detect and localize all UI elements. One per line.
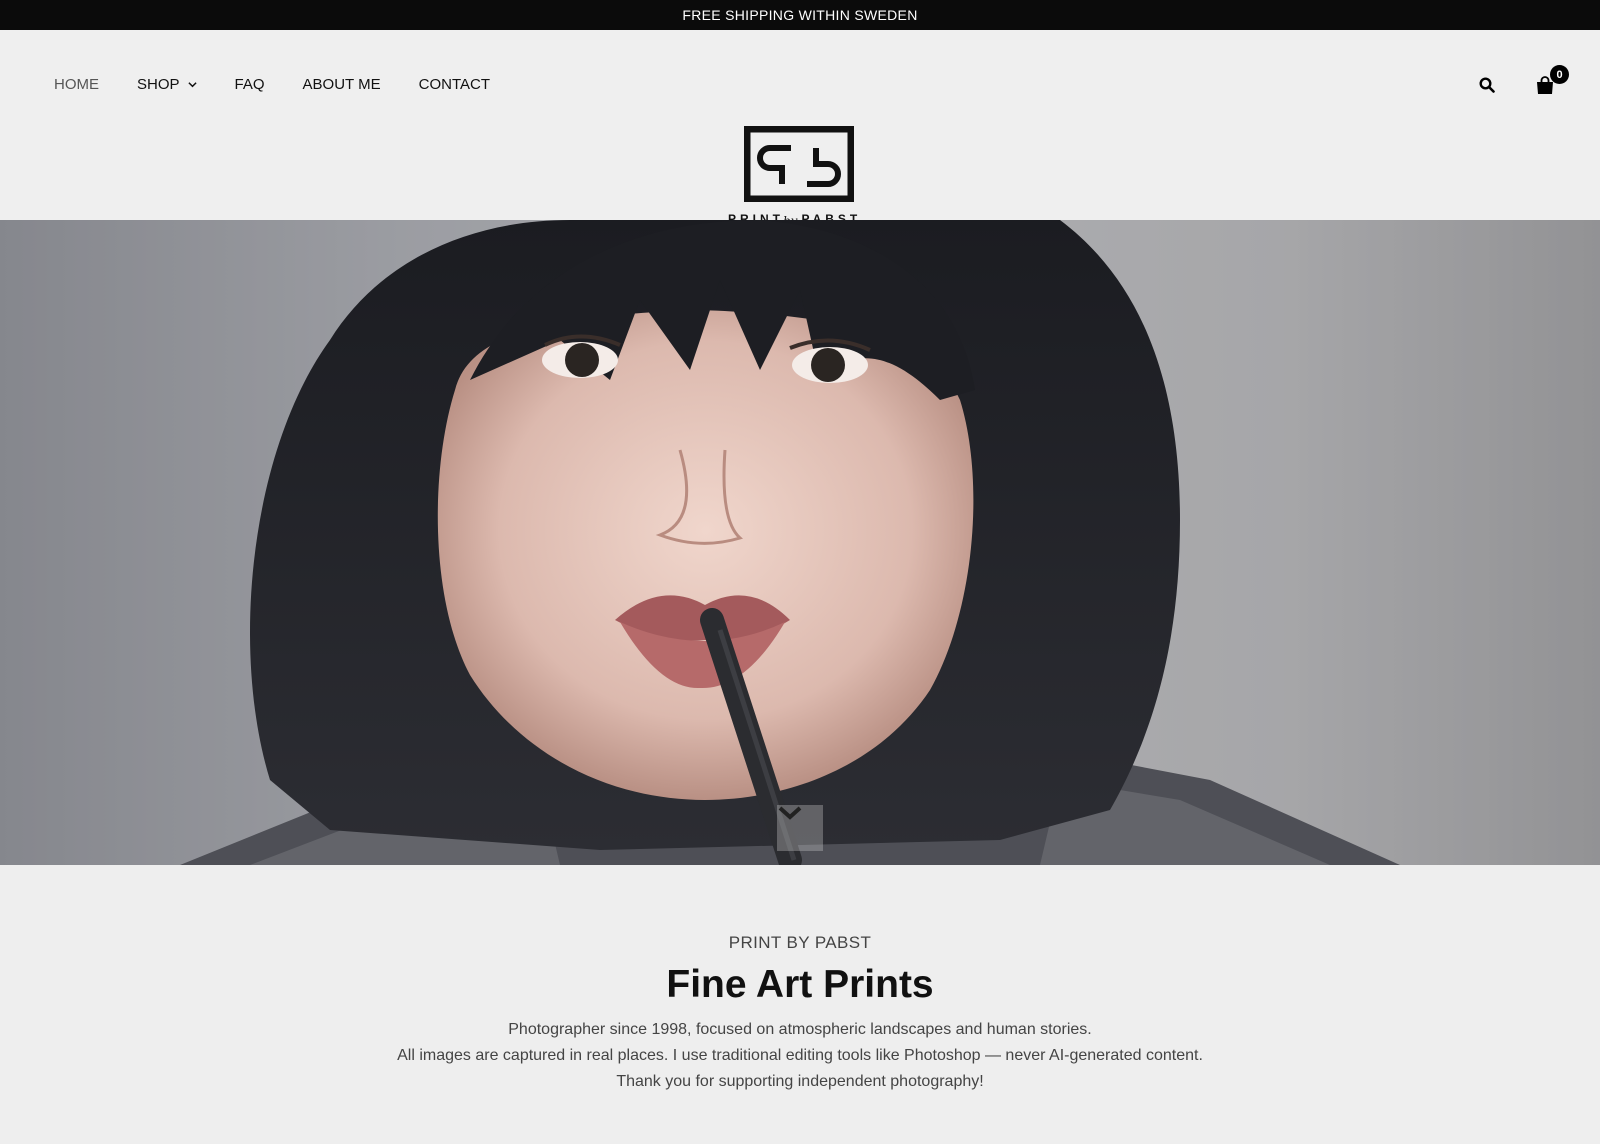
page-title: Fine Art Prints	[666, 963, 934, 1006]
hero-image	[0, 220, 1600, 865]
nav-faq[interactable]: FAQ	[235, 76, 265, 93]
intro-line-3: Thank you for supporting independent pho…	[616, 1073, 984, 1090]
nav-about-me[interactable]: ABOUT ME	[303, 76, 381, 93]
chevron-down-icon	[187, 82, 197, 88]
hero-portrait-illustration	[0, 220, 1600, 865]
nav-contact[interactable]: CONTACT	[419, 76, 490, 93]
intro-line-2: All images are captured in real places. …	[397, 1047, 1203, 1064]
intro-line-1: Photographer since 1998, focused on atmo…	[508, 1021, 1092, 1038]
intro-section: PRINT BY PABST Fine Art Prints Photograp…	[0, 865, 1600, 1095]
site-header: HOME SHOP FAQ ABOUT ME CONTACT 0 PRINT P…	[0, 30, 1600, 228]
cart-button[interactable]: 0	[1534, 65, 1569, 96]
main-nav: HOME SHOP FAQ ABOUT ME CONTACT	[54, 76, 490, 93]
header-actions: 0	[1476, 65, 1569, 96]
scroll-down-button[interactable]	[777, 805, 823, 851]
intro-description: Photographer since 1998, focused on atmo…	[0, 1017, 1600, 1095]
announcement-bar: FREE SHIPPING WITHIN SWEDEN	[0, 0, 1600, 30]
chevron-down-icon	[778, 806, 802, 820]
nav-shop-label: SHOP	[137, 76, 180, 93]
logo-mark-icon	[744, 126, 854, 202]
announcement-text: FREE SHIPPING WITHIN SWEDEN	[682, 7, 918, 23]
intro-eyebrow: PRINT BY PABST	[728, 933, 872, 952]
search-icon	[1479, 77, 1495, 93]
nav-home[interactable]: HOME	[54, 76, 99, 93]
nav-shop[interactable]: SHOP	[137, 76, 197, 93]
search-button[interactable]	[1476, 74, 1498, 96]
cart-count-badge: 0	[1550, 65, 1569, 84]
